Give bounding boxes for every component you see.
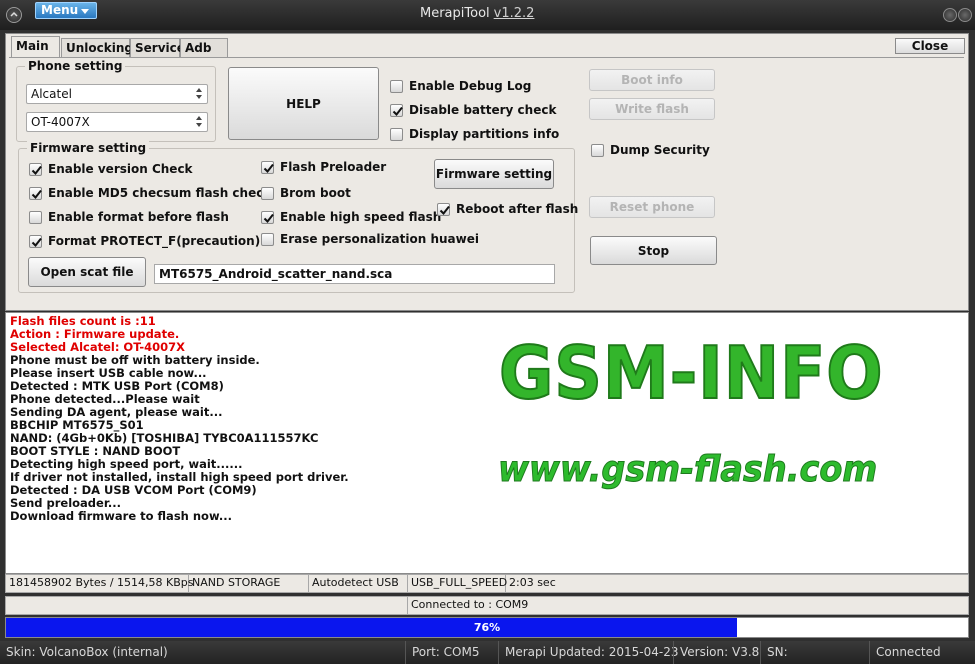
checkmark-icon [437,203,450,216]
watermark-site: www.gsm-flash.com [498,449,878,491]
log-line: Download firmware to flash now... [10,509,232,523]
log-line: Phone must be off with battery inside. [10,353,260,367]
log-line: BOOT STYLE : NAND BOOT [10,444,181,458]
firmware-setting-label: Firmware setting [27,141,150,155]
window-title: MerapiTool v1.2.2 [420,6,534,21]
display-partitions-label: Display partitions info [409,127,560,141]
checkmark-icon [29,235,42,248]
log-line: Please insert USB cable now... [10,366,207,380]
log-line: Selected Alcatel: OT-4007X [10,340,186,354]
spinner-icon[interactable] [195,116,205,128]
skin-info: Skin: VolcanoBox (internal) [6,645,168,659]
boot-info-button[interactable]: Boot info [589,69,715,91]
close-window-icon[interactable] [958,8,972,22]
log-line: Detecting high speed port, wait...... [10,457,243,471]
model-select[interactable]: OT-4007X [26,112,208,132]
write-flash-button[interactable]: Write flash [589,98,715,120]
menu-label: Menu [41,3,79,17]
scat-file-field[interactable]: MT6575_Android_scatter_nand.sca [154,264,555,284]
checkbox-icon [390,80,403,93]
minimize-icon[interactable] [943,8,957,22]
reboot-after-label: Reboot after flash [456,202,579,216]
disable-battery-label: Disable battery check [409,103,557,117]
reset-phone-button[interactable]: Reset phone [589,196,715,218]
checkbox-icon [261,187,274,200]
serial-number: SN: [760,641,868,664]
dump-security-label: Dump Security [610,143,710,157]
log-line: BBCHIP MT6575_S01 [10,418,144,432]
log-line: Flash files count is :11 [10,314,156,328]
log-line: Detected : MTK USB Port (COM8) [10,379,224,393]
connection-blank [6,597,408,614]
progress-bar: 76% [5,617,969,638]
debug-log-label: Enable Debug Log [409,79,532,93]
main-panel: Main Unlocking Service Adb Close Phone s… [5,33,969,311]
chevron-down-icon [81,9,89,14]
checkmark-icon [29,187,42,200]
checkmark-icon [261,211,274,224]
watermark-title: GSM-INFO [498,330,884,416]
flash-preloader-label: Flash Preloader [280,160,387,174]
progress-label: 76% [473,621,501,634]
checkmark-icon [29,163,42,176]
checkbox-icon [29,211,42,224]
log-line: Sending DA agent, please wait... [10,405,223,419]
checkmark-icon [261,161,274,174]
app-name: MerapiTool [420,6,490,21]
checkbox-icon [390,128,403,141]
format-before-label: Enable format before flash [48,210,229,224]
checkbox-icon [261,233,274,246]
elapsed-time: 2:03 sec [509,576,556,589]
md5-check-label: Enable MD5 checsum flash check [48,186,272,200]
open-scat-button[interactable]: Open scat file [28,257,146,287]
phone-setting-label: Phone setting [25,59,126,73]
tab-main[interactable]: Main [11,36,60,58]
log-line: Action : Firmware update. [10,327,180,341]
app-version[interactable]: v1.2.2 [494,6,535,21]
connected-to: Connected to : COM9 [411,598,529,611]
checkmark-icon [390,104,403,117]
tab-divider [9,57,964,58]
log-line: Phone detected...Please wait [10,392,200,406]
close-button[interactable]: Close [895,38,965,54]
updated-info: Merapi Updated: 2015-04-23 [498,641,678,664]
phone-setting-group: Phone setting Alcatel OT-4007X [16,59,216,142]
status-bar: 181458902 Bytes / 1514,58 KBps NAND STOR… [5,574,969,593]
transfer-rate: 181458902 Bytes / 1514,58 KBps [6,575,194,592]
stop-button[interactable]: Stop [590,236,717,265]
firmware-setting-group: Firmware setting Enable version Check En… [18,141,579,293]
log-line: Send preloader... [10,496,121,510]
tab-unlocking[interactable]: Unlocking [61,38,133,58]
log-output[interactable]: GSM-INFO www.gsm-flash.com Flash files c… [5,312,969,574]
high-speed-label: Enable high speed flash [280,210,442,224]
footer-status: Skin: VolcanoBox (internal) Port: COM5 M… [0,641,975,664]
tab-adb[interactable]: Adb [180,38,228,58]
log-line: If driver not installed, install high sp… [10,470,349,484]
spinner-icon[interactable] [195,88,205,100]
version-info: Version: V3.8 [673,641,759,664]
log-line: NAND: (4Gb+0Kb) [TOSHIBA] TYBC0A111557KC [10,431,319,445]
format-protect-label: Format PROTECT_F(precaution) [48,234,261,248]
title-bar: Menu MerapiTool v1.2.2 [0,0,975,30]
connection-state: Connected [869,641,975,664]
help-button[interactable]: HELP [228,67,379,140]
usb-speed: USB_FULL_SPEED [408,575,507,592]
connection-bar: Connected to : COM9 [5,596,969,615]
log-line: Detected : DA USB VCOM Port (COM9) [10,483,257,497]
erase-huawei-label: Erase personalization huawei [280,232,479,246]
tab-service[interactable]: Service [130,38,185,58]
checkbox-icon [591,144,604,157]
brand-value: Alcatel [31,87,72,101]
port-info: Port: COM5 [405,641,497,664]
storage-type: NAND STORAGE [189,575,309,592]
firmware-setting-button[interactable]: Firmware setting [434,159,554,189]
system-menu-icon[interactable] [6,7,22,23]
merapitool-window: Menu MerapiTool v1.2.2 Main Unlocking Ser… [0,0,975,664]
brand-select[interactable]: Alcatel [26,84,208,104]
usb-mode: Autodetect USB [309,575,408,592]
brom-boot-label: Brom boot [280,186,351,200]
model-value: OT-4007X [31,115,90,129]
menu-button[interactable]: Menu [35,2,97,19]
version-check-label: Enable version Check [48,162,193,176]
